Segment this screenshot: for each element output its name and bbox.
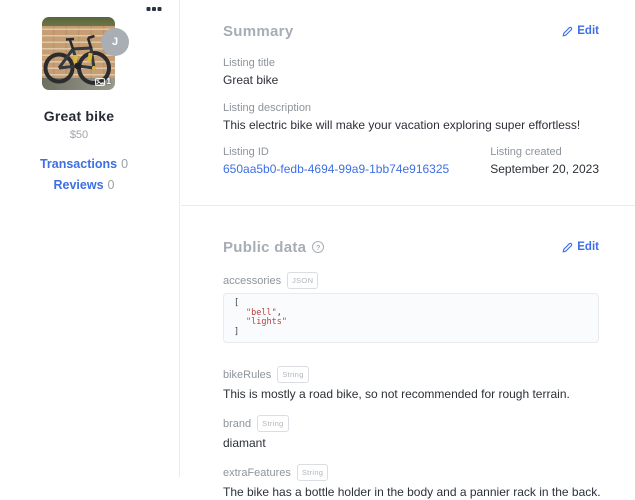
json-comma: ,	[276, 307, 282, 318]
field-value: Great bike	[223, 73, 279, 87]
listing-sidebar: 1 J Great bike $50 Transactions 0 Reviews…	[0, 0, 180, 477]
listing-id-link[interactable]: 650aa5b0-fedb-4694-99a9-1bb74e916325	[223, 162, 449, 176]
photo-icon	[94, 77, 105, 86]
field-value: diamant	[223, 436, 266, 450]
field-type-badge: String	[296, 464, 329, 481]
field-type-badge: String	[277, 366, 309, 383]
field-value: This is mostly a road bike, so not recom…	[223, 387, 570, 401]
field-label: Listing title	[223, 57, 275, 69]
field-value: This electric bike will make your vacati…	[223, 118, 581, 132]
reviews-link[interactable]: Reviews	[54, 178, 104, 192]
field-type-badge: JSON	[287, 272, 319, 289]
json-string: "lights"	[246, 317, 287, 327]
reviews-row: Reviews 0	[0, 178, 168, 192]
kebab-menu-icon	[152, 7, 156, 11]
author-avatar[interactable]: J	[101, 28, 129, 56]
bike-rules-field: bikeRules String This is mostly a road b…	[223, 366, 599, 402]
help-icon[interactable]: ?	[312, 241, 325, 253]
edit-icon	[562, 242, 573, 252]
brand-field: brand String diamant	[223, 415, 599, 451]
field-label: Listing description	[223, 102, 312, 114]
field-label: Listing ID	[223, 146, 269, 158]
public-data-section: Public data ? Edit accessories JSON [ "b…	[181, 206, 635, 500]
json-bracket: [	[234, 298, 240, 308]
json-bracket: ]	[234, 326, 240, 337]
listing-thumbnail[interactable]: 1	[42, 17, 115, 90]
more-actions-button[interactable]	[145, 4, 163, 14]
listing-description-field: Listing description This electric bike w…	[223, 102, 599, 133]
edit-label: Edit	[577, 25, 599, 37]
transactions-link[interactable]: Transactions	[40, 157, 117, 171]
field-key: extraFeatures	[223, 467, 291, 479]
listing-title-sidebar: Great bike	[43, 108, 115, 124]
field-label: Listing created	[490, 146, 562, 158]
extra-features-field: extraFeatures String The bike has a bott…	[223, 464, 601, 500]
transactions-row: Transactions 0	[0, 157, 168, 171]
photo-count: 1	[106, 77, 111, 86]
public-data-heading: Public data	[223, 238, 307, 256]
reviews-count: 0	[107, 178, 115, 192]
listing-id-field: Listing ID 650aa5b0-fedb-4694-99a9-1bb74…	[223, 146, 490, 177]
accessories-field: accessories JSON [ "bell", "lights" ]	[223, 272, 599, 343]
field-value: The bike has a bottle holder in the body…	[223, 485, 601, 499]
summary-section: Summary Edit Listing title Great bike Li…	[181, 0, 635, 177]
field-value: September 20, 2023	[490, 162, 599, 176]
json-code-block: [ "bell", "lights" ]	[223, 293, 599, 343]
summary-heading: Summary	[223, 22, 294, 40]
edit-public-data-button[interactable]: Edit	[562, 241, 599, 253]
field-key: bikeRules	[223, 369, 272, 381]
edit-summary-button[interactable]: Edit	[562, 25, 599, 37]
avatar-initial: J	[111, 36, 119, 48]
listing-title-field: Listing title Great bike	[223, 57, 599, 88]
json-string: "bell"	[246, 307, 277, 318]
listing-detail-panel: Summary Edit Listing title Great bike Li…	[181, 0, 635, 500]
transactions-count: 0	[121, 157, 129, 171]
field-key: brand	[223, 418, 252, 430]
field-type-badge: String	[257, 415, 289, 432]
edit-label: Edit	[577, 241, 599, 253]
listing-created-field: Listing created September 20, 2023	[490, 146, 599, 177]
listing-price: $50	[69, 129, 89, 141]
photo-count-badge: 1	[94, 77, 111, 86]
edit-icon	[562, 26, 573, 36]
field-key: accessories	[223, 275, 282, 287]
